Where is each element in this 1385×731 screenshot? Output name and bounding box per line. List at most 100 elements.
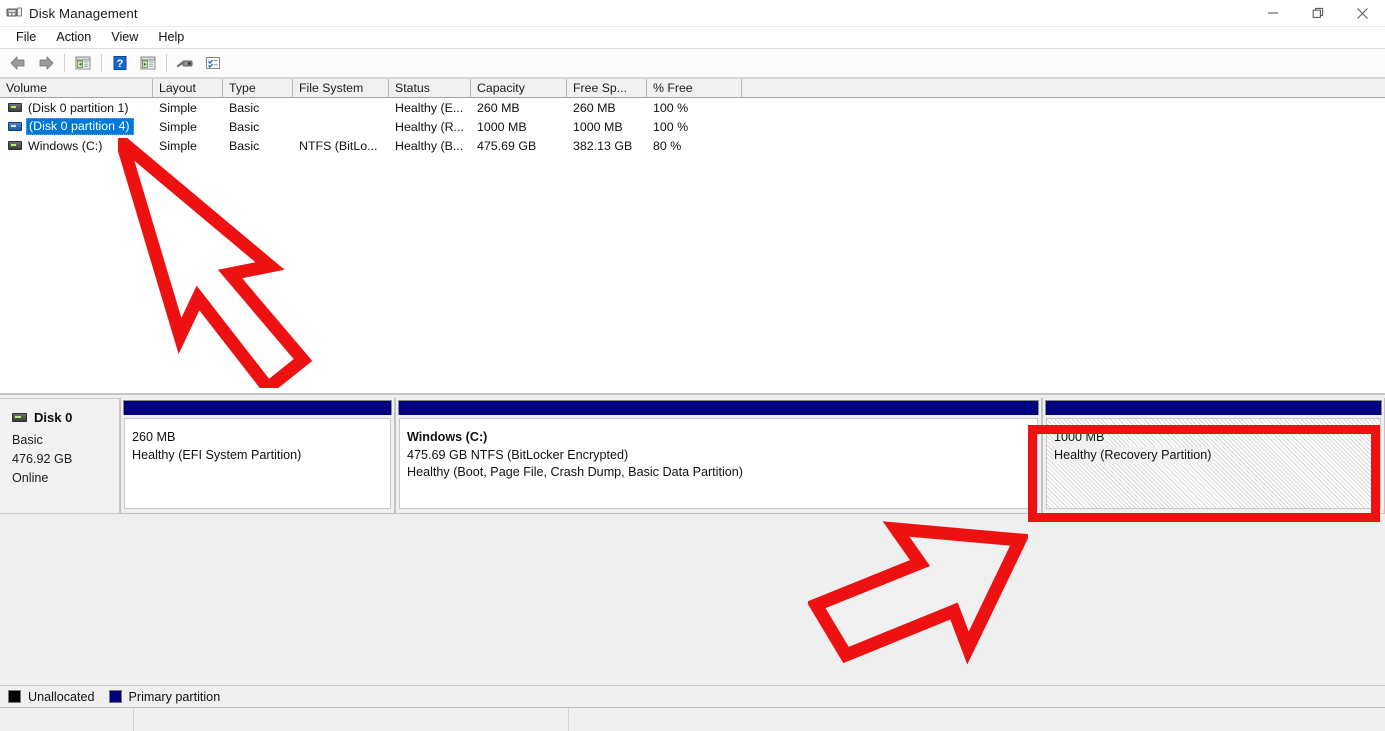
partition-status-label: Healthy (Recovery Partition) [1054, 447, 1214, 465]
rescan-disks-icon[interactable] [172, 51, 198, 75]
volume-icon [8, 103, 22, 112]
partition-title-label: Windows (C:) [407, 429, 1037, 447]
volume-name-label: (Disk 0 partition 1) [28, 101, 129, 115]
close-icon[interactable] [1340, 0, 1385, 27]
menu-item-view[interactable]: View [101, 28, 148, 47]
volume-capacity-cell: 1000 MB [471, 120, 567, 134]
volume-name-cell[interactable]: Windows (C:) [0, 139, 153, 153]
volume-status-cell: Healthy (E... [389, 101, 471, 115]
volume-table-body: (Disk 0 partition 1) Simple Basic Health… [0, 98, 1385, 393]
volume-type-cell: Basic [223, 139, 293, 153]
partition-color-bar [123, 400, 392, 415]
partition-status-label: Healthy (Boot, Page File, Crash Dump, Ba… [407, 464, 1037, 482]
table-row[interactable]: (Disk 0 partition 4) Simple Basic Health… [0, 117, 1385, 136]
menu-item-help[interactable]: Help [148, 28, 194, 47]
volume-filesystem-cell: NTFS (BitLo... [293, 139, 389, 153]
legend-swatch-unallocated [8, 690, 21, 703]
forward-icon[interactable] [33, 51, 59, 75]
column-header-type[interactable]: Type [223, 79, 293, 97]
volume-capacity-cell: 475.69 GB [471, 139, 567, 153]
disk-graphical-view: Disk 0 Basic 476.92 GB Online 260 MB Hea… [0, 395, 1385, 731]
toolbar-separator [64, 54, 65, 72]
menu-item-action[interactable]: Action [46, 28, 101, 47]
partition-body: 260 MB Healthy (EFI System Partition) [124, 418, 391, 509]
toolbar-separator [166, 54, 167, 72]
partition-body: Windows (C:) 475.69 GB NTFS (BitLocker E… [399, 418, 1038, 509]
disk-size-label: 476.92 GB [12, 450, 119, 469]
column-header-layout[interactable]: Layout [153, 79, 223, 97]
volume-name-cell[interactable]: (Disk 0 partition 4) [0, 118, 153, 135]
volume-type-cell: Basic [223, 120, 293, 134]
legend-label-primary-partition: Primary partition [129, 690, 221, 704]
legend-swatch-primary-partition [109, 690, 122, 703]
disk-title: Disk 0 [12, 410, 119, 425]
legend-label-unallocated: Unallocated [28, 690, 95, 704]
volume-freespace-cell: 260 MB [567, 101, 647, 115]
minimize-icon[interactable] [1250, 0, 1295, 27]
window-controls [1250, 0, 1385, 27]
volume-capacity-cell: 260 MB [471, 101, 567, 115]
restore-icon[interactable] [1295, 0, 1340, 27]
partition-size-label: 260 MB [132, 429, 390, 447]
status-segment-1 [0, 708, 134, 731]
disk-info-panel[interactable]: Disk 0 Basic 476.92 GB Online [0, 398, 120, 514]
partition-color-bar [398, 400, 1039, 415]
partition-efi[interactable]: 260 MB Healthy (EFI System Partition) [120, 398, 395, 514]
disk-icon [12, 413, 27, 422]
volume-percentfree-cell: 100 % [647, 120, 742, 134]
volume-percentfree-cell: 100 % [647, 101, 742, 115]
partition-windows-c[interactable]: Windows (C:) 475.69 GB NTFS (BitLocker E… [395, 398, 1042, 514]
status-bar [0, 707, 1385, 731]
volume-layout-cell: Simple [153, 101, 223, 115]
volume-status-cell: Healthy (R... [389, 120, 471, 134]
partition-recovery[interactable]: 1000 MB Healthy (Recovery Partition) [1042, 398, 1385, 514]
menu-item-file[interactable]: File [6, 28, 46, 47]
show-hide-console-tree-icon[interactable] [70, 51, 96, 75]
volume-type-cell: Basic [223, 101, 293, 115]
column-header-status[interactable]: Status [389, 79, 471, 97]
volume-name-cell[interactable]: (Disk 0 partition 1) [0, 101, 153, 115]
partition-body: 1000 MB Healthy (Recovery Partition) [1046, 418, 1381, 509]
volume-freespace-cell: 1000 MB [567, 120, 647, 134]
volume-table-header: Volume Layout Type File System Status Ca… [0, 78, 1385, 98]
volume-list-pane: Volume Layout Type File System Status Ca… [0, 78, 1385, 395]
volume-percentfree-cell: 80 % [647, 139, 742, 153]
column-header-free-space[interactable]: Free Sp... [567, 79, 647, 97]
toolbar-separator [101, 54, 102, 72]
status-segment-2 [134, 708, 569, 731]
title-bar: Disk Management [0, 0, 1385, 27]
window-title: Disk Management [29, 6, 138, 21]
partition-size-label: 1000 MB [1054, 429, 1107, 447]
partition-strip: 260 MB Healthy (EFI System Partition) Wi… [120, 398, 1385, 514]
disk-row-disk0: Disk 0 Basic 476.92 GB Online 260 MB Hea… [0, 398, 1385, 514]
disk-status-label: Online [12, 469, 119, 488]
volume-layout-cell: Simple [153, 120, 223, 134]
disk-management-icon [6, 5, 22, 21]
legend-bar: Unallocated Primary partition [0, 685, 1385, 707]
status-segment-3 [569, 708, 1385, 731]
volume-name-label: Windows (C:) [28, 139, 102, 153]
help-icon[interactable]: ? [107, 51, 133, 75]
column-header-volume[interactable]: Volume [0, 79, 153, 97]
table-row[interactable]: (Disk 0 partition 1) Simple Basic Health… [0, 98, 1385, 117]
back-icon[interactable] [5, 51, 31, 75]
volume-icon [8, 141, 22, 150]
volume-status-cell: Healthy (B... [389, 139, 471, 153]
column-header-filler [742, 79, 1385, 97]
table-row[interactable]: Windows (C:) Simple Basic NTFS (BitLo...… [0, 136, 1385, 155]
volume-icon-selected [8, 122, 22, 131]
volume-freespace-cell: 382.13 GB [567, 139, 647, 153]
disk-name-label: Disk 0 [34, 410, 72, 425]
partition-size-label: 475.69 GB NTFS (BitLocker Encrypted) [407, 447, 1037, 465]
properties-icon[interactable] [200, 51, 226, 75]
volume-name-label: (Disk 0 partition 4) [26, 118, 134, 135]
column-header-capacity[interactable]: Capacity [471, 79, 567, 97]
svg-text:?: ? [117, 58, 124, 70]
disk-type-label: Basic [12, 431, 119, 450]
volume-layout-cell: Simple [153, 139, 223, 153]
toolbar: ? [0, 49, 1385, 78]
show-hide-action-pane-icon[interactable] [135, 51, 161, 75]
column-header-file-system[interactable]: File System [293, 79, 389, 97]
partition-status-label: Healthy (EFI System Partition) [132, 447, 390, 465]
column-header-percent-free[interactable]: % Free [647, 79, 742, 97]
